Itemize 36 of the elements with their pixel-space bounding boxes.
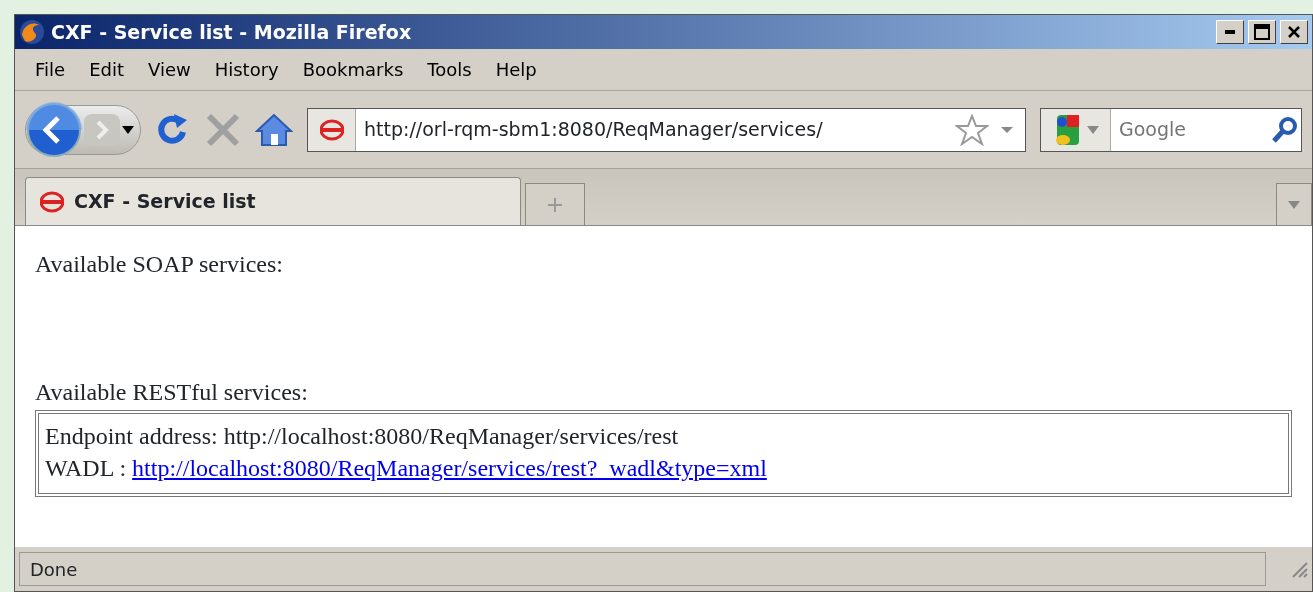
home-icon[interactable] [255,111,293,148]
browser-tab[interactable]: CXF - Service list [25,177,521,225]
window-title: CXF - Service list - Mozilla Firefox [51,19,413,45]
resize-grip-icon [1290,560,1308,578]
site-icon [319,117,344,142]
tab-list-button[interactable] [1276,183,1312,225]
menu-item[interactable]: History [202,56,291,83]
status-text: Done [30,557,78,582]
menu-item[interactable]: File [23,56,78,83]
menu-item[interactable]: View [136,56,203,83]
section-heading: Available SOAP services: [35,250,284,279]
menu-item[interactable]: Bookmarks [290,56,416,83]
back-button[interactable] [26,101,82,158]
bookmark-star-icon[interactable] [955,113,989,146]
address-text: http://orl-rqm-sbm1:8080/ReqManager/services/ [363,117,824,143]
search-box[interactable]: Google [1040,107,1302,152]
close-icon [1287,25,1301,39]
site-icon [40,189,64,214]
dropdown-arrow-icon[interactable] [122,125,134,134]
wadl-link[interactable]: http://localhost:8080/ReqManager/services/rest?_wadl&type=xml [132,455,767,482]
address-bar[interactable]: http://orl-rqm-sbm1:8080/ReqManager/services/ [307,107,1026,152]
browser-logo-icon [19,19,45,45]
minimize-icon [1225,30,1235,34]
endpoint-text: Endpoint address: http://localhost:8080/ReqManager/services/rest [45,422,680,451]
menu-item[interactable]: Edit [77,56,136,83]
menu-item[interactable]: Help [483,56,549,83]
maximize-icon [1254,24,1270,40]
dropdown-arrow-icon [1288,200,1300,209]
plus-icon [548,197,562,212]
section-heading: Available RESTful services: [35,378,309,407]
close-button[interactable] [1280,20,1308,44]
new-tab-button[interactable] [525,183,585,225]
maximize-button[interactable] [1248,20,1276,44]
menu-item[interactable]: Tools [415,56,484,83]
wadl-label: WADL : [45,455,128,482]
minimize-button[interactable] [1216,20,1244,44]
